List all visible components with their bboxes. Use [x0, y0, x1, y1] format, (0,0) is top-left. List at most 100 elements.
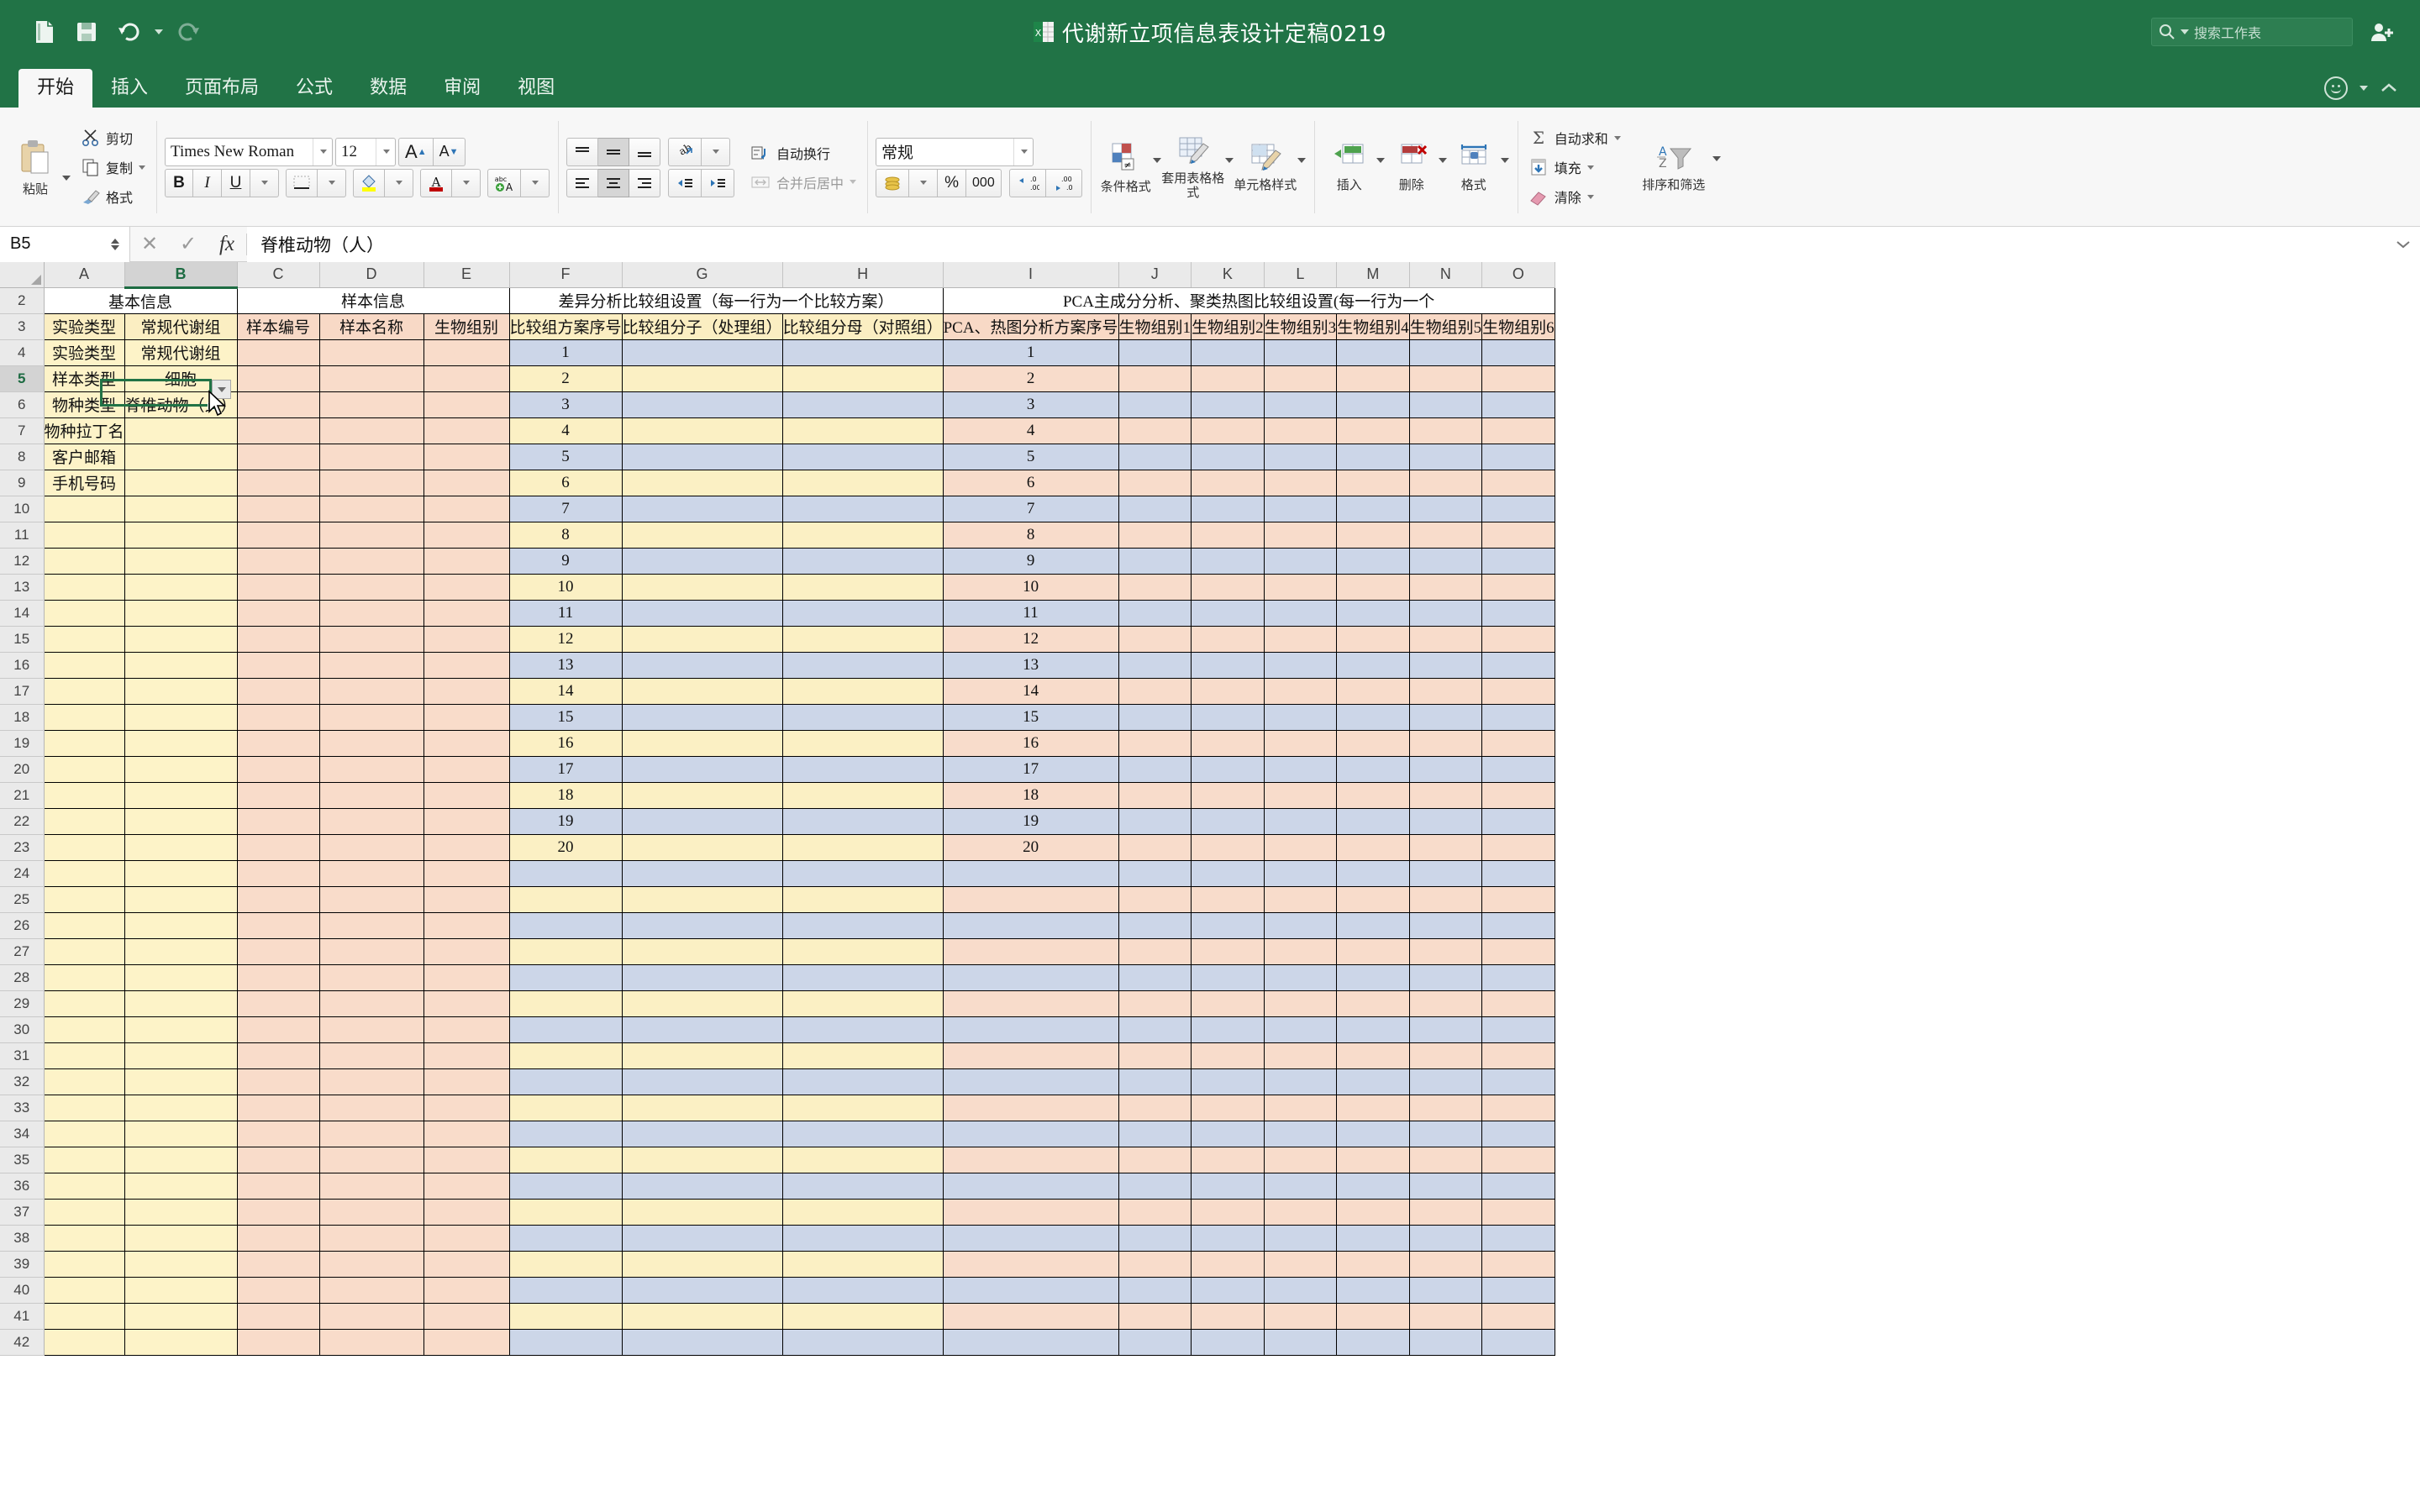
- clear-dropdown-icon[interactable]: [1586, 194, 1594, 199]
- grid-cell-L18[interactable]: [1264, 704, 1338, 731]
- grid-cell-K36[interactable]: [1191, 1173, 1265, 1200]
- grid-cell-N35[interactable]: [1409, 1147, 1483, 1173]
- new-document-icon[interactable]: [25, 13, 64, 51]
- grid-cell-E7[interactable]: [424, 417, 510, 444]
- grid-cell-G23[interactable]: [622, 834, 783, 861]
- grid-cell-K30[interactable]: [1191, 1016, 1265, 1043]
- grid-cell-I42[interactable]: [943, 1329, 1119, 1356]
- insert-function-button[interactable]: fx: [208, 227, 246, 262]
- grid-cell-L34[interactable]: [1264, 1121, 1338, 1147]
- column-header-d[interactable]: D: [319, 262, 424, 288]
- grid-cell-C38[interactable]: [237, 1225, 320, 1252]
- grid-cell-N26[interactable]: [1409, 912, 1483, 939]
- grid-cell-L30[interactable]: [1264, 1016, 1338, 1043]
- grid-cell-K17[interactable]: [1191, 678, 1265, 705]
- grid-cell-F28[interactable]: [509, 964, 623, 991]
- grid-cell-M39[interactable]: [1336, 1251, 1410, 1278]
- name-box[interactable]: B5: [0, 226, 130, 262]
- grid-cell-N14[interactable]: [1409, 600, 1483, 627]
- grid-cell-A14[interactable]: [44, 600, 125, 627]
- grid-cell-H14[interactable]: [782, 600, 944, 627]
- row-header-33[interactable]: 33: [0, 1095, 45, 1121]
- grid-cell-C16[interactable]: [237, 652, 320, 679]
- grid-cell-H33[interactable]: [782, 1095, 944, 1121]
- grid-cell-M5[interactable]: [1336, 365, 1410, 392]
- grid-cell-K27[interactable]: [1191, 938, 1265, 965]
- grid-cell-N33[interactable]: [1409, 1095, 1483, 1121]
- grid-cell-M23[interactable]: [1336, 834, 1410, 861]
- grid-cell-G27[interactable]: [622, 938, 783, 965]
- grid-cell-I35[interactable]: [943, 1147, 1119, 1173]
- grid-cell-I9[interactable]: 6: [943, 470, 1119, 496]
- grid-cell-J3[interactable]: 生物组别1: [1118, 313, 1192, 340]
- grid-cell-N16[interactable]: [1409, 652, 1483, 679]
- delete-cells-button[interactable]: 删除: [1385, 142, 1439, 192]
- column-header-l[interactable]: L: [1264, 262, 1338, 288]
- grid-cell-E23[interactable]: [424, 834, 510, 861]
- grid-cell-J33[interactable]: [1118, 1095, 1192, 1121]
- fill-handle[interactable]: [208, 402, 215, 410]
- grid-cell-E17[interactable]: [424, 678, 510, 705]
- grid-cell-J12[interactable]: [1118, 548, 1192, 575]
- grid-cell-B23[interactable]: [124, 834, 238, 861]
- grid-cell-C36[interactable]: [237, 1173, 320, 1200]
- grid-cell-M8[interactable]: [1336, 444, 1410, 470]
- grid-cell-K20[interactable]: [1191, 756, 1265, 783]
- search-dropdown-icon[interactable]: [2181, 29, 2189, 34]
- grid-cell-M17[interactable]: [1336, 678, 1410, 705]
- grid-cell-C12[interactable]: [237, 548, 320, 575]
- grid-cell-I28[interactable]: [943, 964, 1119, 991]
- grid-cell-G10[interactable]: [622, 496, 783, 522]
- grid-cell-F32[interactable]: [509, 1068, 623, 1095]
- save-icon[interactable]: [67, 13, 106, 51]
- grid-cell-C23[interactable]: [237, 834, 320, 861]
- grid-cell-H37[interactable]: [782, 1199, 944, 1226]
- grid-cell-M34[interactable]: [1336, 1121, 1410, 1147]
- grid-cell-E3[interactable]: 生物组别: [424, 313, 510, 340]
- grid-cell-L21[interactable]: [1264, 782, 1338, 809]
- grid-cell-M6[interactable]: [1336, 391, 1410, 418]
- grid-cell-K3[interactable]: 生物组别2: [1191, 313, 1265, 340]
- grid-cell-O21[interactable]: [1481, 782, 1555, 809]
- grid-cell-C5[interactable]: [237, 365, 320, 392]
- grid-cell-O11[interactable]: [1481, 522, 1555, 549]
- grid-cell-C11[interactable]: [237, 522, 320, 549]
- row-header-6[interactable]: 6: [0, 391, 45, 418]
- grid-cell-G33[interactable]: [622, 1095, 783, 1121]
- grid-cell-I40[interactable]: [943, 1277, 1119, 1304]
- grid-cell-D24[interactable]: [319, 860, 424, 887]
- grid-cell-M16[interactable]: [1336, 652, 1410, 679]
- grid-cell-N20[interactable]: [1409, 756, 1483, 783]
- grid-cell-A17[interactable]: [44, 678, 125, 705]
- grid-cell-H34[interactable]: [782, 1121, 944, 1147]
- grid-cell-M4[interactable]: [1336, 339, 1410, 366]
- grid-cell-K9[interactable]: [1191, 470, 1265, 496]
- formula-input[interactable]: 脊椎动物（人）: [247, 226, 2386, 262]
- align-right-button[interactable]: [629, 168, 661, 197]
- orientation-button[interactable]: ab: [668, 137, 702, 166]
- row-header-15[interactable]: 15: [0, 626, 45, 653]
- grid-cell-C40[interactable]: [237, 1277, 320, 1304]
- row-header-24[interactable]: 24: [0, 860, 45, 887]
- grid-cell-M30[interactable]: [1336, 1016, 1410, 1043]
- grid-cell-E28[interactable]: [424, 964, 510, 991]
- grid-cell-C27[interactable]: [237, 938, 320, 965]
- font-color-dropdown-icon[interactable]: [452, 168, 481, 197]
- grid-cell-F37[interactable]: [509, 1199, 623, 1226]
- grid-cell-F29[interactable]: [509, 990, 623, 1017]
- grid-cell-N39[interactable]: [1409, 1251, 1483, 1278]
- format-painter-button[interactable]: 格式: [79, 183, 148, 210]
- grid-cell-F21[interactable]: 18: [509, 782, 623, 809]
- grid-cell-I39[interactable]: [943, 1251, 1119, 1278]
- tab-view[interactable]: 视图: [499, 69, 573, 108]
- grid-cell-O28[interactable]: [1481, 964, 1555, 991]
- grid-cell-I27[interactable]: [943, 938, 1119, 965]
- grid-cell-M10[interactable]: [1336, 496, 1410, 522]
- grid-cell-B8[interactable]: [124, 444, 238, 470]
- grid-cell-O38[interactable]: [1481, 1225, 1555, 1252]
- grid-cell-C4[interactable]: [237, 339, 320, 366]
- grid-cell-D26[interactable]: [319, 912, 424, 939]
- fill-color-button[interactable]: [353, 168, 386, 197]
- italic-button[interactable]: I: [193, 168, 223, 197]
- grid-cell-I20[interactable]: 17: [943, 756, 1119, 783]
